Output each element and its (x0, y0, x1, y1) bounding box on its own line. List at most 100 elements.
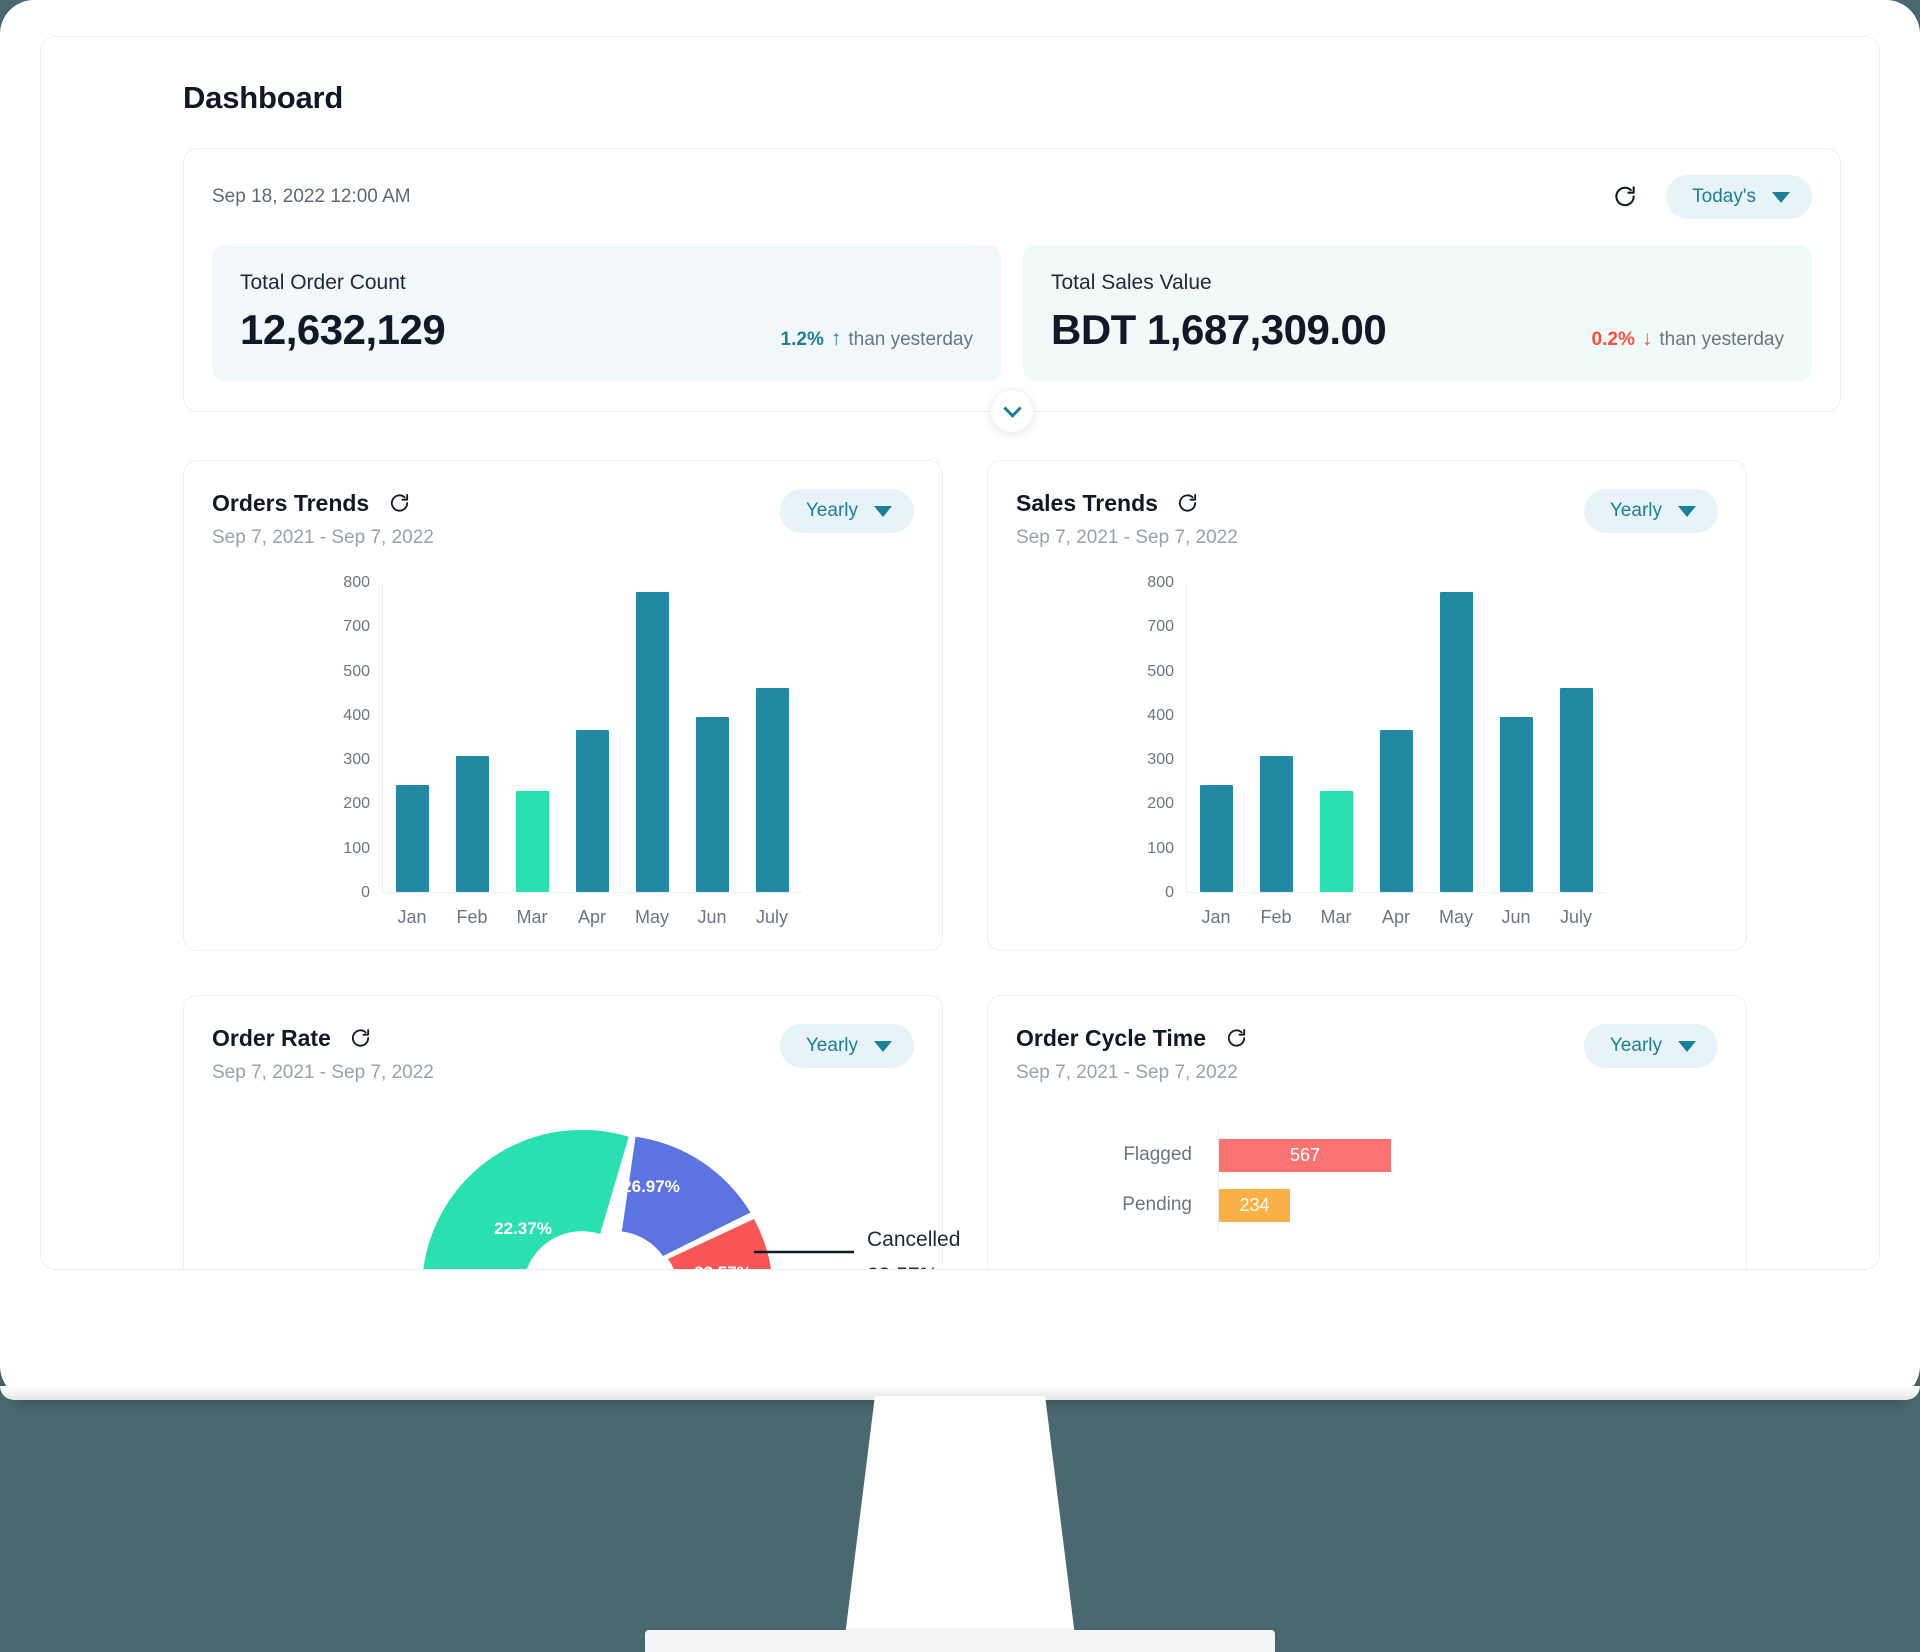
x-axis: Jan Feb Mar Apr May Jun July (1186, 907, 1606, 928)
y-axis-tick: 800 (343, 574, 370, 591)
x-axis: Jan Feb Mar Apr May Jun July (382, 907, 802, 928)
card-header: Orders Trends Sep 7, 2021 - Sep 7, 2022 (212, 489, 914, 549)
kpi-delta: 1.2% ↑ than yesterday (781, 328, 973, 351)
card-subtitle: Sep 7, 2021 - Sep 7, 2022 (1016, 1062, 1238, 1083)
slice-0-label: 22.37% (494, 1219, 552, 1238)
bar[interactable] (1320, 791, 1354, 892)
screenshot-stage: Dashboard Sep 18, 2022 12:00 AM Today's … (0, 0, 1920, 1652)
y-axis-tick: 800 (1147, 574, 1174, 591)
plot-area: 800 700 500 400 300 200 100 0 (1128, 574, 1606, 901)
bar[interactable] (755, 687, 789, 892)
bar-slot (1486, 716, 1546, 892)
refresh-button[interactable] (1222, 1024, 1250, 1052)
kpi-row: Total Order Count 12,632,129 1.2% ↑ than… (212, 245, 1812, 381)
card-title: Sales Trends (1016, 489, 1158, 516)
period-filter-dropdown[interactable]: Yearly (779, 1024, 914, 1068)
hbar-row: Pending 234 (1068, 1180, 1718, 1230)
chevron-down-icon (874, 505, 892, 517)
kpi-delta-suffix: than yesterday (848, 329, 973, 350)
order-rate-chart: 22.37% 26.97% 23.57% Cancelled 23.57% (212, 1130, 960, 1270)
card-header: Sales Trends Sep 7, 2021 - Sep 7, 2022 Y… (1016, 489, 1718, 549)
bar-slot (1307, 791, 1367, 892)
bar-slot (682, 716, 742, 892)
hbar[interactable]: 567 (1219, 1138, 1391, 1172)
hbar-category-label: Flagged (1123, 1144, 1192, 1165)
refresh-button[interactable] (1608, 180, 1642, 214)
y-axis-tick: 500 (343, 662, 370, 680)
refresh-icon (352, 1028, 370, 1047)
chevron-down-icon (1772, 191, 1790, 203)
slice-0[interactable] (422, 1130, 629, 1270)
kpi-value: 12,632,129 (240, 306, 446, 353)
period-filter-dropdown[interactable]: Yearly (779, 489, 914, 533)
summary-panel: Sep 18, 2022 12:00 AM Today's Total Orde… (183, 148, 1841, 433)
monitor-bezel: Dashboard Sep 18, 2022 12:00 AM Today's … (0, 0, 1920, 1400)
bar[interactable] (695, 716, 729, 892)
bar[interactable] (396, 785, 430, 892)
summary-header: Sep 18, 2022 12:00 AM Today's (212, 175, 1812, 219)
refresh-icon (1179, 493, 1197, 512)
refresh-button[interactable] (1174, 489, 1202, 517)
period-filter-label: Yearly (805, 1035, 858, 1056)
kpi-delta-pct: 0.2% (1591, 329, 1635, 350)
bar-slot (443, 756, 503, 892)
x-axis-tick: Feb (456, 907, 488, 927)
x-axis-tick: Feb (1260, 907, 1292, 927)
kpi-delta-pct: 1.2% (780, 329, 824, 350)
card-heading: Sales Trends Sep 7, 2021 - Sep 7, 2022 (1016, 489, 1238, 549)
card-orders-trends: Orders Trends Sep 7, 2021 - Sep 7, 2022 (183, 460, 943, 951)
bar[interactable] (1499, 716, 1533, 892)
refresh-button[interactable] (385, 489, 413, 517)
bar[interactable] (576, 730, 609, 892)
range-filter-dropdown[interactable]: Today's (1666, 175, 1812, 219)
card-title-row: Order Cycle Time (1016, 1024, 1250, 1052)
refresh-button[interactable] (347, 1024, 375, 1052)
bar[interactable] (456, 756, 490, 892)
period-filter-dropdown[interactable]: Yearly (1583, 1024, 1718, 1068)
y-axis: 800 700 500 400 300 200 100 0 (324, 574, 382, 901)
charts-grid: Orders Trends Sep 7, 2021 - Sep 7, 2022 (183, 460, 1841, 1270)
hbar-category-label: Pending (1122, 1194, 1192, 1215)
kpi-delta: 0.2% ↓ than yesterday (1592, 328, 1784, 351)
y-axis-tick: 100 (343, 839, 370, 857)
callout-label: Cancelled (867, 1228, 960, 1251)
x-axis-tick: July (1559, 907, 1592, 927)
bar[interactable] (1380, 730, 1413, 892)
hbar-track: 567 (1218, 1130, 1391, 1180)
hbar[interactable]: 234 (1219, 1188, 1290, 1222)
chevron-down-icon (1678, 505, 1696, 517)
monitor-stand-base (645, 1630, 1275, 1652)
hbar-track: 234 (1218, 1180, 1290, 1230)
card-subtitle: Sep 7, 2021 - Sep 7, 2022 (212, 527, 434, 548)
y-axis-tick: 0 (1165, 884, 1174, 901)
card-title: Order Cycle Time (1016, 1024, 1207, 1051)
page-title: Dashboard (183, 80, 344, 115)
refresh-icon (1615, 186, 1635, 207)
plot-area: 800 700 500 400 300 200 100 0 (324, 574, 802, 901)
x-axis-tick: Jun (697, 907, 727, 927)
period-filter-dropdown[interactable]: Yearly (1583, 489, 1718, 533)
chevron-down-icon (1678, 1040, 1696, 1052)
x-axis-tick: Mar (516, 907, 548, 927)
bar[interactable] (635, 591, 669, 892)
bar[interactable] (1260, 756, 1294, 892)
bar[interactable] (1439, 591, 1473, 892)
card-sales-trends: Sales Trends Sep 7, 2021 - Sep 7, 2022 Y… (987, 460, 1747, 951)
kpi-total-order-count: Total Order Count 12,632,129 1.2% ↑ than… (212, 245, 1001, 381)
card-title-row: Order Rate (212, 1024, 434, 1052)
card-title: Orders Trends (212, 489, 370, 516)
bar[interactable] (1200, 785, 1234, 892)
expand-summary-button[interactable] (990, 389, 1034, 433)
x-axis-tick: Jun (1501, 907, 1531, 927)
slice-2-label: 23.57% (694, 1263, 752, 1270)
bar[interactable] (516, 791, 550, 892)
callout-value: 23.57% (867, 1264, 938, 1270)
bar[interactable] (1559, 687, 1593, 892)
dashboard-page: Dashboard Sep 18, 2022 12:00 AM Today's … (41, 37, 1879, 1270)
card-order-rate: Order Rate Sep 7, 2021 - Sep 7, 2022 Yea… (183, 995, 960, 1270)
bar-slot (1426, 591, 1486, 892)
bar-slot (1247, 756, 1307, 892)
slice-1-label: 26.97% (622, 1177, 680, 1196)
monitor-screen: Dashboard Sep 18, 2022 12:00 AM Today's … (40, 36, 1880, 1270)
x-axis-tick: May (1438, 907, 1473, 927)
